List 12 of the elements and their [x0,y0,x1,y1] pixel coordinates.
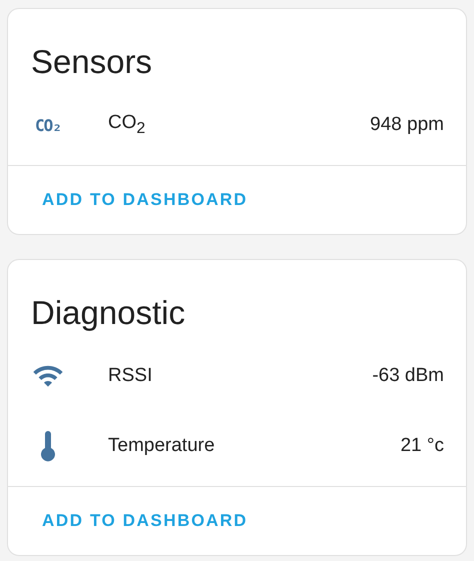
entity-name: RSSI [108,365,154,387]
entity-value: -63 dBm [372,365,444,387]
add-to-dashboard-button[interactable]: ADD TO DASHBOARD [34,182,256,218]
card-title: Sensors [30,42,154,82]
add-to-dashboard-button[interactable]: ADD TO DASHBOARD [34,503,256,539]
entity-name: CO$_{2}$ [108,112,146,138]
entity-value: 21 °c [400,435,444,457]
entity-value: 948 ppm [370,114,444,136]
thermometer-icon [41,430,55,462]
entity-name: Temperature [108,435,216,457]
co2-symbol: CO₂ [35,116,61,134]
card-title: Diagnostic [30,293,186,333]
